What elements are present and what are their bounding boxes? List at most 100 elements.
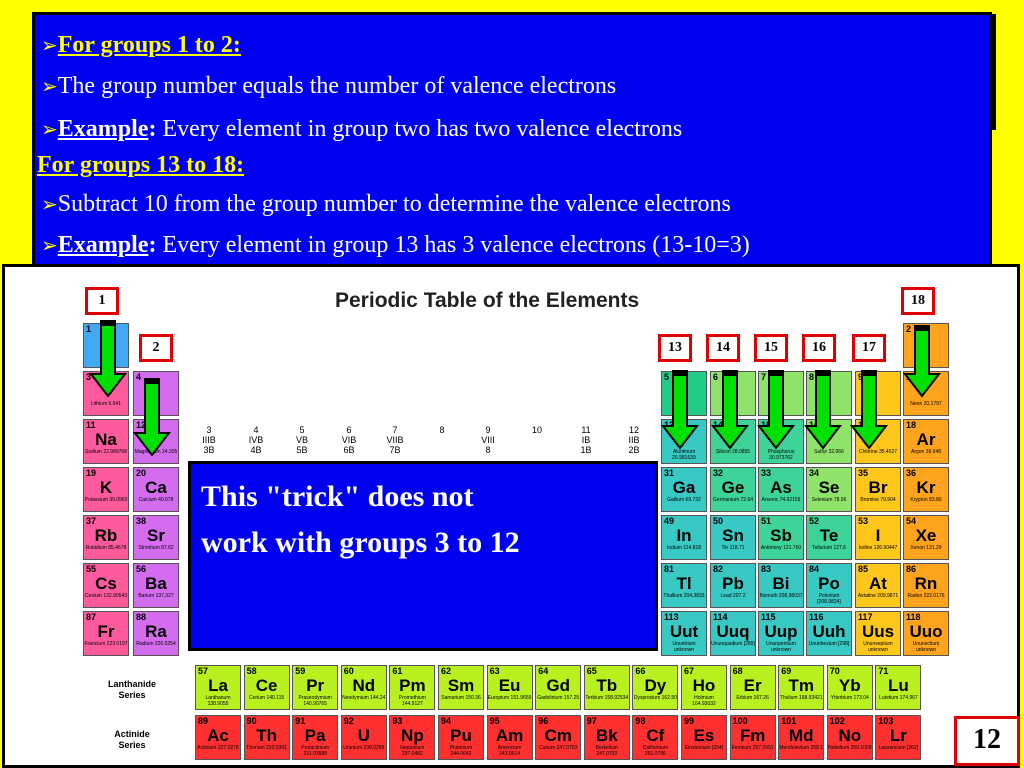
- atomic-number: 64: [538, 666, 549, 676]
- element-symbol: Md: [788, 726, 814, 745]
- element-Xe: 54 Xe Xenon 131.29: [903, 515, 949, 560]
- element-symbol: Lu: [888, 676, 909, 695]
- element-Uuh: 116 Uuh Ununhexium [298]: [806, 611, 852, 656]
- element-symbol: Ho: [692, 676, 716, 695]
- group-header-12: 12 IIB 2B: [628, 425, 640, 455]
- element-name-mass: Indium 114.818: [666, 545, 702, 551]
- element-symbol: Pu: [450, 726, 472, 745]
- atomic-number: 92: [343, 716, 354, 726]
- element-symbol: Pb: [722, 574, 744, 593]
- element-Sm: 62 Sm Samarium 150.36: [438, 665, 484, 710]
- atomic-number: 68: [732, 666, 743, 676]
- atomic-number: 116: [809, 612, 824, 622]
- element-symbol: K: [99, 478, 113, 497]
- element-name-mass: Holmium 164.93032: [692, 695, 716, 707]
- element-symbol: Fm: [739, 726, 766, 745]
- element-I: 53 I Iodine 126.90447: [855, 515, 901, 560]
- element-name-mass: Gadolinium 157.25: [537, 695, 580, 701]
- atomic-number: 32: [713, 468, 724, 478]
- element-symbol: Na: [95, 430, 117, 449]
- element-symbol: Bk: [595, 726, 618, 745]
- element-name-mass: Neodymium 144.24: [342, 695, 386, 701]
- atomic-number: 67: [684, 666, 695, 676]
- element-symbol: Er: [743, 676, 762, 695]
- element-name-mass: Plutonium 244.0642: [449, 745, 473, 757]
- element-Ac: 89 Ac Actinium 227.0278: [195, 715, 241, 760]
- element-name-mass: Tin 118.71: [721, 545, 745, 551]
- element-Ge: 32 Ge Germanium 72.64: [710, 467, 756, 512]
- element-Ca: 20 Ca Calcium 40.078: [133, 467, 179, 512]
- element-Uut: 113 Uut Ununtrium unknown: [661, 611, 707, 656]
- atomic-number: 62: [441, 666, 452, 676]
- element-Ho: 67 Ho Holmium 164.93032: [681, 665, 727, 710]
- element-Tb: 65 Tb Terbium 158.92534: [583, 665, 630, 710]
- element-symbol: Uuh: [812, 622, 846, 641]
- element-Sb: 51 Sb Antimony 121.760: [758, 515, 804, 560]
- down-arrow-icon: [660, 370, 700, 450]
- atomic-number: 95: [489, 716, 500, 726]
- element-symbol: Tl: [676, 574, 692, 593]
- atomic-number: 35: [858, 468, 869, 478]
- element-Pb: 82 Pb Lead 207.2: [710, 563, 756, 608]
- element-name-mass: Lead 207.2: [720, 593, 746, 599]
- atomic-number: 100: [732, 716, 748, 726]
- element-symbol: Cf: [646, 726, 665, 745]
- element-name-mass: Krypton 83.80: [910, 497, 942, 503]
- group-marker-15: 15: [754, 334, 788, 362]
- group-marker-17: 17: [852, 334, 886, 362]
- element-Cs: 55 Cs Cesium 132.90543: [83, 563, 129, 608]
- element-name-mass: Astatine 209.9871: [857, 593, 899, 599]
- element-name-mass: Cesium 132.90543: [85, 593, 127, 599]
- group-header-8: 8: [439, 425, 445, 435]
- element-name-mass: Nobelium 259.1009: [828, 745, 872, 751]
- atomic-number: 51: [761, 516, 772, 526]
- element-Nd: 60 Nd Neodymium 144.24: [340, 665, 387, 710]
- atomic-number: 57: [198, 666, 209, 676]
- element-name-mass: Fermium 257.0951: [731, 745, 774, 751]
- atomic-number: 18: [906, 420, 917, 430]
- atomic-number: 31: [664, 468, 675, 478]
- atomic-number: 83: [761, 564, 772, 574]
- group-header-11: 11 IB 1B: [580, 425, 592, 455]
- element-name-mass: Sodium 22.989768: [85, 449, 127, 455]
- element-symbol: Po: [818, 574, 840, 593]
- element-symbol: Sr: [147, 526, 165, 545]
- element-name-mass: Ununseptium unknown: [863, 641, 893, 653]
- element-Pm: 61 Pm Promethium 144.9127: [389, 665, 436, 710]
- element-symbol: Ar: [916, 430, 936, 449]
- element-name-mass: Erbium 167.26: [736, 695, 769, 701]
- element-name-mass: Curium 247.0703: [539, 745, 578, 751]
- element-name-mass: Berkelium 247.0703: [595, 745, 618, 757]
- down-arrow-icon: [132, 378, 172, 457]
- down-arrow-icon: [710, 370, 750, 450]
- element-name-mass: Bismuth 208.98037: [759, 593, 803, 599]
- element-name-mass: Calcium 40.078: [138, 497, 174, 503]
- element-name-mass: Rubidium 85.4678: [85, 545, 127, 551]
- element-symbol: Sb: [770, 526, 792, 545]
- atomic-number: 88: [136, 612, 147, 622]
- element-name-mass: Europium 151.9655: [487, 695, 532, 701]
- element-name-mass: Mendelevium 258.1: [779, 745, 823, 751]
- element-name-mass: Ununhexium [298]: [808, 641, 850, 647]
- element-name-mass: Uranium 238.0289: [343, 745, 385, 751]
- element-symbol: Pa: [304, 726, 326, 745]
- element-name-mass: Francium 223.0197: [84, 641, 128, 647]
- atomic-number: 20: [136, 468, 147, 478]
- element-symbol: Gd: [546, 676, 570, 695]
- element-Ba: 56 Ba Barium 137.327: [133, 563, 179, 608]
- element-Er: 68 Er Erbium 167.26: [729, 665, 776, 710]
- down-arrow-icon: [902, 325, 942, 398]
- rules-box: ➢For groups 1 to 2: ➢The group number eq…: [32, 12, 992, 268]
- element-name-mass: Americium 243.0614: [497, 745, 522, 757]
- atomic-number: 86: [906, 564, 917, 574]
- group-header-7: 7 VIIB 7B: [386, 425, 404, 455]
- actinide-label: Actinide Series: [114, 729, 150, 750]
- group-marker-16: 16: [802, 334, 836, 362]
- atomic-number: 102: [829, 716, 845, 726]
- atomic-number: 37: [86, 516, 97, 526]
- atomic-number: 99: [684, 716, 695, 726]
- page-number: 12: [954, 716, 1020, 766]
- element-symbol: As: [770, 478, 792, 497]
- element-name-mass: Californium 251.0796: [642, 745, 669, 757]
- element-symbol: Cs: [95, 574, 117, 593]
